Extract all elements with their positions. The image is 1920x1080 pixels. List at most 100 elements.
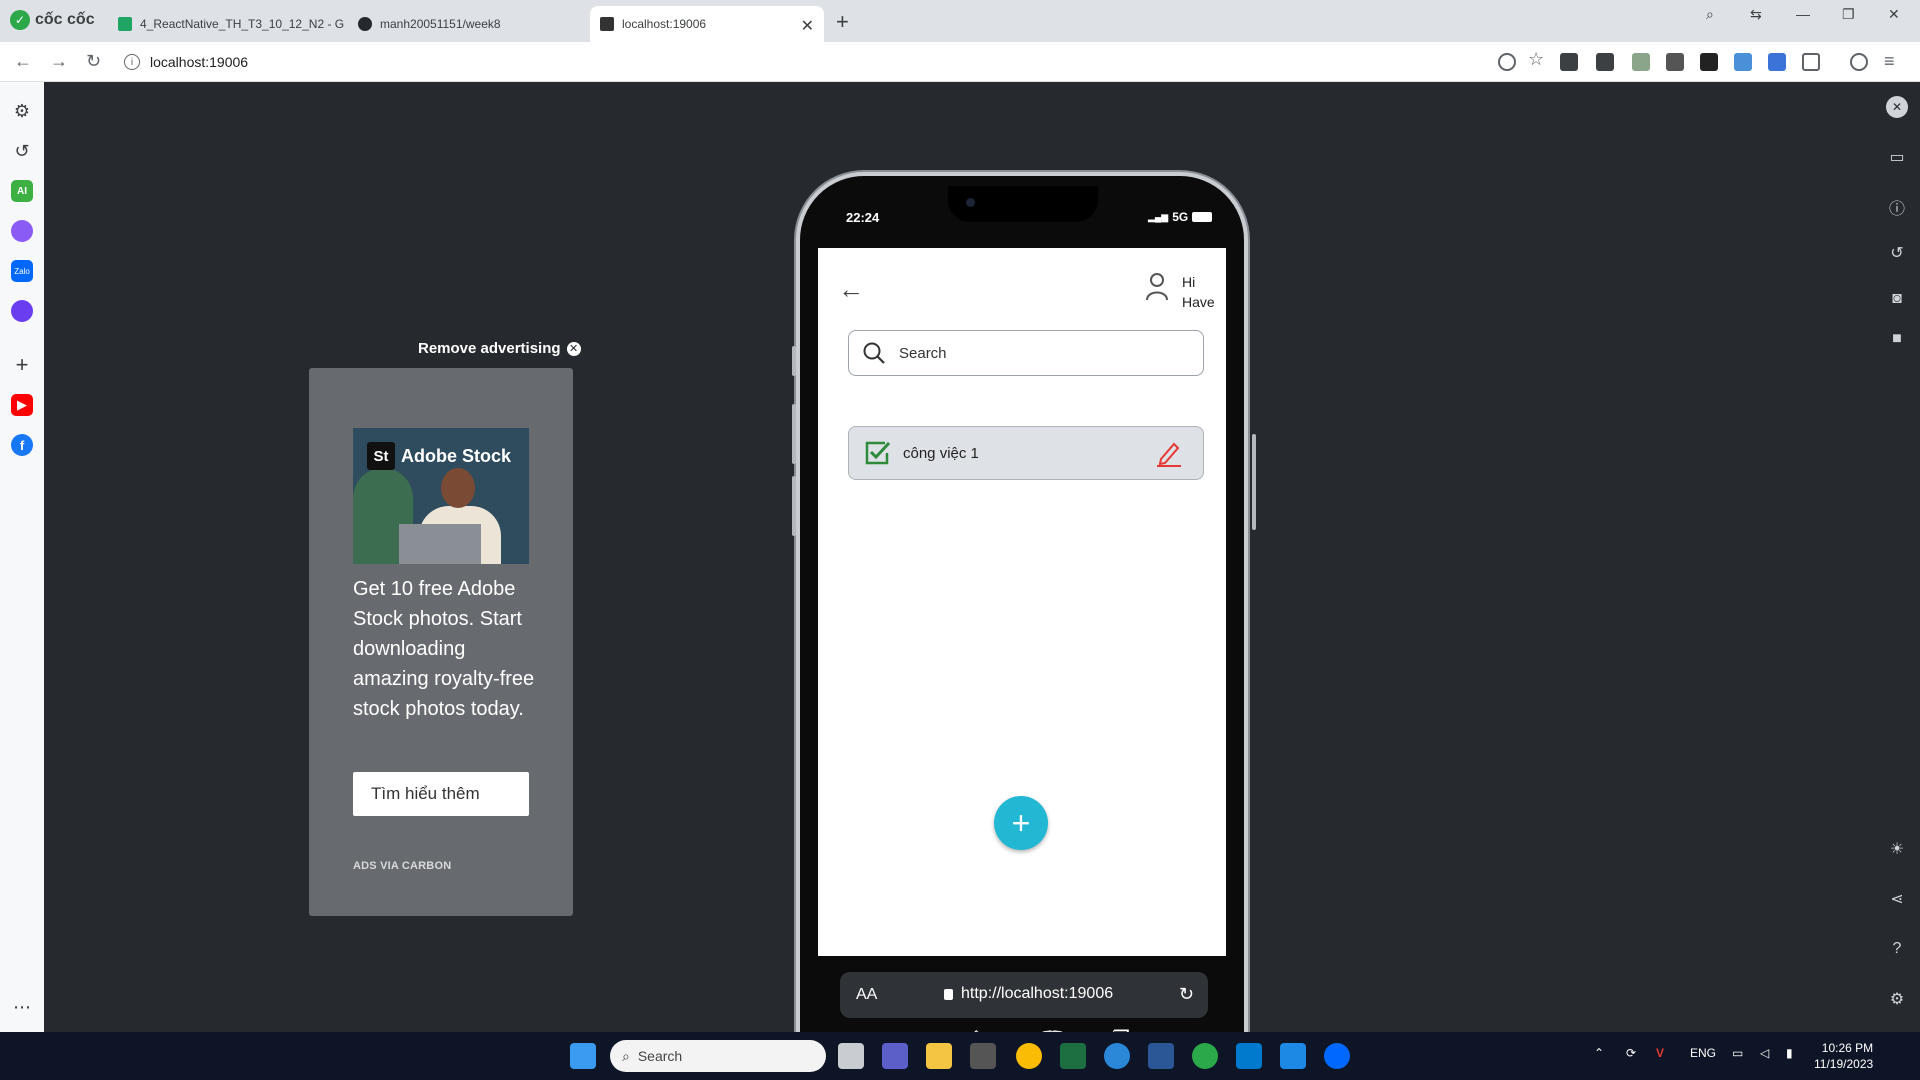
vscode-icon[interactable] — [1236, 1043, 1262, 1069]
info-icon[interactable]: ⓘ — [1886, 196, 1908, 218]
back-arrow-icon[interactable]: ← — [838, 274, 864, 305]
edit-pencil-icon[interactable] — [1155, 439, 1183, 467]
windows-start-icon[interactable] — [570, 1043, 596, 1069]
close-window-button[interactable]: ✕ — [1888, 6, 1900, 23]
close-tab-icon[interactable]: ✕ — [801, 16, 814, 36]
facebook-icon[interactable]: f — [11, 434, 33, 456]
bookmark-star-icon[interactable]: ☆ — [1528, 49, 1544, 70]
profile-icon[interactable] — [1850, 53, 1868, 71]
user-icon[interactable] — [1146, 272, 1168, 302]
taskbar-clock[interactable]: 10:26 PM 11/19/2023 — [1814, 1040, 1873, 1072]
q-icon[interactable] — [11, 300, 33, 322]
safari-url-text: http://localhost:19006 — [961, 985, 1114, 1002]
chrome-icon[interactable] — [1016, 1043, 1042, 1069]
minimize-button[interactable]: — — [1796, 6, 1810, 22]
teams-icon[interactable] — [882, 1043, 908, 1069]
greeting-line-2: Have — [1182, 294, 1215, 310]
back-button[interactable]: ← — [14, 51, 32, 72]
battery-icon — [1192, 212, 1213, 222]
ad-image[interactable]: St Adobe Stock — [353, 428, 529, 564]
tab-title: manh20051151/week8 — [380, 17, 501, 31]
close-panel-icon[interactable]: ✕ — [1886, 96, 1908, 118]
app-icon[interactable] — [970, 1043, 996, 1069]
devices-icon[interactable]: ▭ — [1886, 146, 1908, 168]
extension-icon[interactable] — [1666, 53, 1684, 71]
help-icon[interactable]: ? — [1886, 938, 1908, 960]
reload-button[interactable]: ↻ — [86, 51, 101, 72]
tray-app-icon[interactable]: V — [1656, 1046, 1664, 1060]
word-icon[interactable] — [1148, 1043, 1174, 1069]
excel-icon[interactable] — [1060, 1043, 1086, 1069]
record-video-icon[interactable]: ■ — [1886, 328, 1908, 350]
laptop-shape — [399, 524, 481, 564]
rotate-icon[interactable]: ↺ — [1886, 242, 1908, 264]
taskbar-search[interactable]: ⌕ Search — [610, 1040, 826, 1072]
more-icon[interactable]: ⋯ — [11, 996, 33, 1018]
task-view-icon[interactable] — [838, 1043, 864, 1069]
task-item[interactable]: công việc 1 — [848, 426, 1204, 480]
extension-icon[interactable] — [1632, 53, 1650, 71]
extension-icon[interactable] — [1700, 53, 1718, 71]
zalo-icon[interactable]: Zalo — [11, 260, 33, 282]
text-size-button[interactable]: AA — [856, 986, 877, 1004]
ai-icon[interactable]: AI — [11, 180, 33, 202]
battery-tray-icon[interactable]: ▮ — [1786, 1046, 1793, 1060]
menu-icon[interactable]: ≡ — [1884, 51, 1895, 72]
safari-url[interactable]: http://localhost:19006 — [944, 985, 1113, 1003]
safari-reload-icon[interactable]: ↻ — [1179, 984, 1194, 1005]
settings-icon[interactable]: ⚙ — [1886, 988, 1908, 1010]
new-tab-button[interactable]: + — [836, 9, 849, 35]
tab-title: 4_ReactNative_TH_T3_10_12_N2 - Gc — [140, 17, 344, 31]
ads-via-carbon-link[interactable]: ADS VIA CARBON — [353, 860, 451, 872]
share-icon[interactable]: ⋖ — [1886, 888, 1908, 910]
coccoc-icon[interactable] — [1192, 1043, 1218, 1069]
tab-search-icon[interactable]: ⌕ — [1706, 6, 1714, 23]
messenger-icon[interactable] — [11, 220, 33, 242]
person-head-shape — [441, 468, 475, 508]
close-circle-icon[interactable]: ✕ — [566, 341, 581, 356]
site-info-icon[interactable]: i — [124, 54, 140, 70]
back-tab-icon[interactable]: ⇆ — [1750, 6, 1762, 23]
browser-brand[interactable]: ✓ cốc cốc — [10, 10, 95, 30]
shield-extension-icon[interactable] — [1560, 53, 1578, 71]
zalo-icon[interactable] — [1324, 1043, 1350, 1069]
tab-sheets[interactable]: 4_ReactNative_TH_T3_10_12_N2 - Gc — [108, 6, 344, 42]
network-icon[interactable]: ▭ — [1732, 1046, 1743, 1060]
puzzle-icon[interactable] — [1802, 53, 1820, 71]
extension-icon[interactable] — [1734, 53, 1752, 71]
extension-icon[interactable] — [1596, 53, 1614, 71]
zoom-icon[interactable] — [1498, 53, 1516, 71]
address-bar[interactable]: i localhost:19006 — [124, 48, 1464, 76]
screenshot-icon[interactable]: ◙ — [1886, 288, 1908, 310]
learn-more-button[interactable]: Tìm hiểu thêm — [353, 772, 529, 816]
history-icon[interactable]: ↺ — [11, 140, 33, 162]
camera-icon — [966, 198, 975, 207]
youtube-icon[interactable]: ▶ — [11, 394, 33, 416]
tray-sync-icon[interactable]: ⟳ — [1626, 1046, 1636, 1060]
ad-card[interactable]: St Adobe Stock Get 10 free Adobe Stock p… — [309, 368, 573, 916]
left-sidebar: ⚙ ↺ AI Zalo + ▶ f ⋯ — [0, 82, 44, 1032]
settings-icon[interactable]: ⚙ — [11, 100, 33, 122]
network-label: 5G — [1172, 210, 1189, 224]
phone-volume-down — [792, 476, 796, 536]
add-task-button[interactable]: + — [994, 796, 1048, 850]
add-icon[interactable]: + — [11, 352, 33, 377]
file-explorer-icon[interactable] — [926, 1043, 952, 1069]
language-indicator[interactable]: ENG — [1690, 1046, 1716, 1060]
maximize-button[interactable]: ❐ — [1842, 6, 1855, 23]
safari-address-bar[interactable]: AA http://localhost:19006 ↻ — [840, 972, 1208, 1018]
volume-icon[interactable]: ◁ — [1760, 1046, 1769, 1060]
search-input[interactable]: Search — [848, 330, 1204, 376]
brightness-icon[interactable]: ☀ — [1886, 838, 1908, 860]
remove-advertising[interactable]: Remove advertising ✕ — [418, 340, 581, 357]
translate-icon[interactable] — [1768, 53, 1786, 71]
ad-text[interactable]: Get 10 free Adobe Stock photos. Start do… — [353, 574, 543, 724]
edge-icon[interactable] — [1104, 1043, 1130, 1069]
tab-localhost[interactable]: localhost:19006 ✕ — [590, 6, 824, 42]
checkbox-checked-icon[interactable] — [863, 439, 891, 467]
tray-chevron-icon[interactable]: ⌃ — [1594, 1046, 1604, 1060]
github-icon — [358, 17, 372, 31]
forward-button[interactable]: → — [50, 51, 68, 72]
tab-github[interactable]: manh20051151/week8 — [348, 6, 584, 42]
app-icon[interactable] — [1280, 1043, 1306, 1069]
